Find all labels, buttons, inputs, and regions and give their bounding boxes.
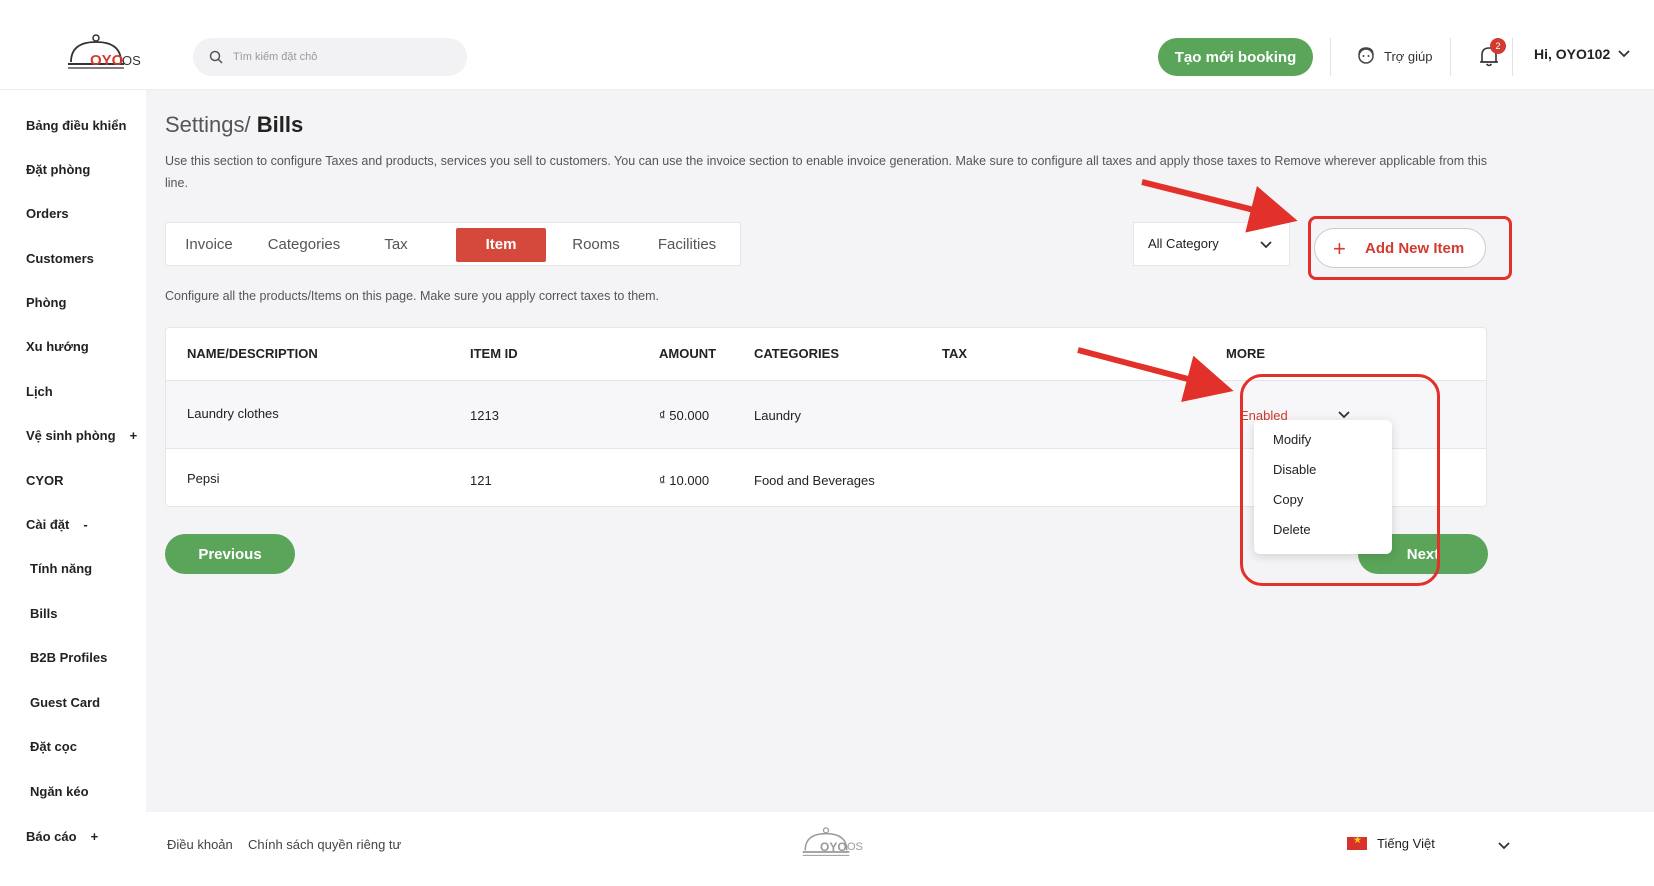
user-menu[interactable]: Hi, OYO102 — [1534, 46, 1630, 62]
chevron-down-icon — [1618, 50, 1630, 58]
page-description: Use this section to configure Taxes and … — [165, 154, 1488, 190]
tab-item[interactable]: Item — [456, 228, 546, 262]
item-amount: ₫ 10.000 — [659, 473, 710, 488]
footer: Điều khoản Chính sách quyền riêng tư OYO… — [146, 812, 1654, 886]
footer-logo-brand: OYO — [820, 840, 847, 854]
support-agent-icon — [1358, 47, 1374, 64]
privacy-link[interactable]: Chính sách quyền riêng tư — [248, 837, 401, 852]
category-filter-select[interactable]: All Category — [1133, 222, 1290, 266]
item-category: Food and Beverages — [754, 473, 875, 488]
column-header: ITEM ID — [470, 346, 518, 361]
column-header: AMOUNT — [659, 346, 717, 361]
header-divider — [1512, 38, 1513, 76]
language-label: Tiếng Việt — [1377, 836, 1435, 851]
top-header: OYO OS Tạo mới booking Trợ giúp 2 Hi, OY… — [0, 0, 1654, 90]
header-divider — [1330, 38, 1331, 76]
chevron-down-icon[interactable] — [1498, 842, 1510, 850]
sidebar-item-deposit[interactable]: Đặt cọc — [30, 739, 77, 754]
tab-rooms[interactable]: Rooms — [554, 228, 638, 262]
sidebar-item-customers[interactable]: Customers — [26, 251, 94, 266]
header-divider — [1450, 38, 1451, 76]
breadcrumb: Settings/ Bills — [165, 112, 303, 138]
sidebar: Bảng điều khiển Đặt phòng Orders Custome… — [0, 90, 146, 886]
help-label: Trợ giúp — [1384, 48, 1433, 64]
new-booking-button[interactable]: Tạo mới booking — [1158, 38, 1313, 76]
item-id: 1213 — [470, 408, 499, 423]
logo-suffix: OS — [122, 53, 141, 68]
vietnam-flag-icon — [1347, 835, 1367, 850]
sidebar-item-guest-card[interactable]: Guest Card — [30, 695, 100, 710]
column-header: MORE — [1226, 346, 1265, 361]
sidebar-item-bookings[interactable]: Đặt phòng — [26, 162, 90, 177]
search-input[interactable] — [233, 47, 453, 67]
logo-brand: OYO — [90, 52, 124, 69]
settings-tabs: Invoice Categories Tax Item Rooms Facili… — [165, 222, 741, 266]
footer-logo: OYO OS — [801, 824, 881, 868]
sidebar-item-b2b-profiles[interactable]: B2B Profiles — [30, 650, 107, 665]
oyo-os-logo[interactable]: OYO OS — [66, 32, 146, 76]
highlight-box — [1240, 374, 1440, 586]
user-greeting: Hi, OYO102 — [1534, 46, 1611, 62]
sidebar-item-trends[interactable]: Xu hướng — [26, 339, 89, 354]
sidebar-item-settings[interactable]: Cài đặt - — [26, 517, 88, 532]
search-icon — [209, 50, 223, 64]
highlight-box — [1308, 216, 1512, 280]
column-header: NAME/DESCRIPTION — [187, 346, 318, 361]
configure-hint: Configure all the products/Items on this… — [165, 289, 660, 303]
tab-tax[interactable]: Tax — [364, 228, 428, 262]
sidebar-item-orders[interactable]: Orders — [26, 206, 69, 221]
item-amount: ₫ 50.000 — [659, 408, 710, 423]
tab-facilities[interactable]: Facilities — [644, 228, 730, 262]
item-id: 121 — [470, 473, 492, 488]
sidebar-item-rooms[interactable]: Phòng — [26, 295, 66, 310]
sidebar-item-features[interactable]: Tính năng — [30, 561, 92, 576]
tab-categories[interactable]: Categories — [254, 228, 354, 262]
previous-button[interactable]: Previous — [165, 534, 295, 574]
expand-toggle[interactable]: + — [130, 428, 138, 443]
search-bar[interactable] — [193, 38, 467, 76]
breadcrumb-parent[interactable]: Settings/ — [165, 112, 251, 137]
expand-toggle[interactable]: + — [91, 829, 99, 844]
sidebar-item-cyor[interactable]: CYOR — [26, 473, 64, 488]
column-header: TAX — [942, 346, 968, 361]
category-filter-value: All Category — [1148, 236, 1219, 251]
column-header: CATEGORIES — [754, 346, 839, 361]
sidebar-item-calendar[interactable]: Lịch — [26, 384, 53, 399]
sidebar-item-housekeeping[interactable]: Vệ sinh phòng + — [26, 428, 137, 443]
chevron-down-icon — [1260, 241, 1272, 249]
help-link[interactable]: Trợ giúp — [1356, 46, 1433, 66]
page-title: Bills — [256, 112, 304, 137]
terms-link[interactable]: Điều khoản — [167, 837, 233, 852]
tab-invoice[interactable]: Invoice — [174, 228, 244, 262]
sidebar-item-reports[interactable]: Báo cáo + — [26, 829, 98, 844]
sidebar-item-drawer[interactable]: Ngăn kéo — [30, 784, 89, 799]
item-name: Laundry clothes — [187, 406, 279, 421]
sidebar-item-dashboard[interactable]: Bảng điều khiển — [26, 118, 126, 133]
language-selector[interactable]: Tiếng Việt — [1347, 835, 1435, 851]
notification-badge: 2 — [1490, 38, 1506, 54]
footer-logo-suffix: OS — [847, 841, 863, 853]
sidebar-item-bills[interactable]: Bills — [30, 606, 57, 621]
collapse-toggle[interactable]: - — [83, 517, 87, 532]
item-category: Laundry — [754, 408, 801, 423]
item-name: Pepsi — [187, 471, 220, 486]
